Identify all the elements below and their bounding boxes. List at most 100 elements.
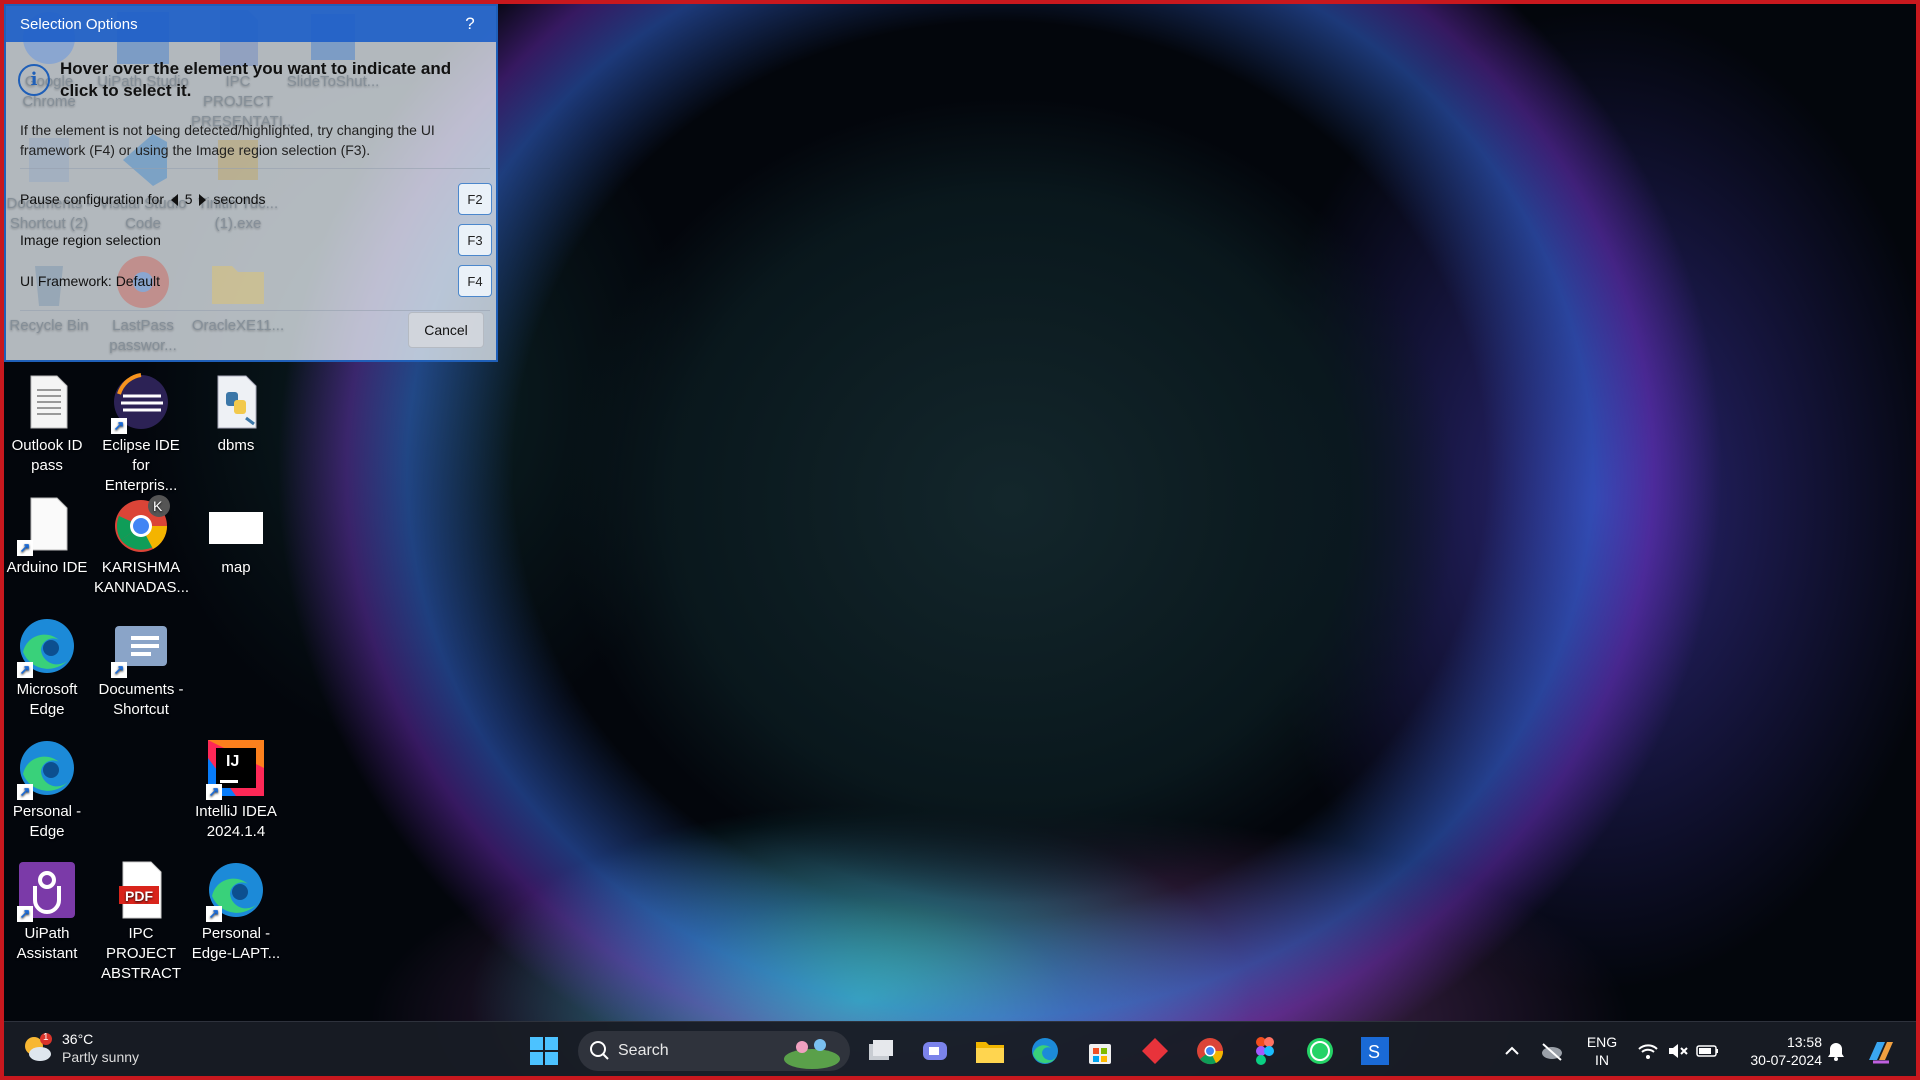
icon-label: Microsoft Edge: [16, 681, 78, 718]
whatsapp-button[interactable]: [1302, 1033, 1338, 1069]
task-view-icon: [869, 1040, 893, 1060]
icon-label: KARISHMA KANNADAS...: [94, 559, 190, 596]
decrement-icon[interactable]: [170, 194, 178, 207]
clock[interactable]: 13:58 30-07-2024: [1732, 1033, 1822, 1069]
desktop-icon-outlook-id-pass[interactable]: Outlook ID pass: [0, 372, 94, 476]
desktop-icon-eclipse[interactable]: ↗ Eclipse IDE for Enterpris...: [94, 372, 188, 496]
chrome-taskbar-button[interactable]: [1192, 1033, 1228, 1069]
copilot-icon: [1869, 1042, 1893, 1064]
meet-button[interactable]: [917, 1033, 953, 1069]
f4-key-button[interactable]: F4: [458, 265, 492, 297]
pause-configuration-row: Pause configuration for 5 seconds F2: [20, 182, 492, 216]
desktop-icon-documents-shortcut[interactable]: ↗ Documents - Shortcut: [94, 616, 188, 720]
documents-folder-icon: ↗: [111, 616, 171, 678]
language-indicator[interactable]: ENG IN: [1582, 1033, 1622, 1069]
uipath-studio-icon: S: [1361, 1037, 1389, 1065]
instruction-text: Hover over the element you want to indic…: [60, 59, 452, 100]
clock-time: 13:58: [1786, 1034, 1822, 1050]
shortcut-arrow-icon: ↗: [17, 906, 33, 922]
desktop-icon-intellij[interactable]: IJ ↗ IntelliJ IDEA 2024.1.4: [189, 738, 283, 842]
chrome-profile-icon: K: [111, 494, 171, 554]
shortcut-arrow-icon: ↗: [17, 540, 33, 556]
desktop-icon-map[interactable]: map: [189, 494, 283, 578]
icon-label: Recycle Bin: [9, 317, 89, 334]
pause-control: Pause configuration for 5 seconds: [20, 191, 266, 207]
shortcut-arrow-icon: ↗: [111, 418, 127, 434]
app-diamond-button[interactable]: [1137, 1033, 1173, 1069]
cancel-button[interactable]: Cancel: [408, 312, 484, 348]
battery-button[interactable]: [1690, 1033, 1726, 1069]
icon-label: LastPass passwor...: [109, 317, 177, 354]
icon-label: Personal - Edge: [12, 803, 82, 840]
desktop-icon-microsoft-edge[interactable]: ↗ Microsoft Edge: [0, 616, 94, 720]
intellij-icon: IJ ↗: [206, 738, 266, 800]
icon-label: Eclipse IDE for Enterpris...: [102, 437, 180, 494]
desktop-icon-personal-edge-lapt[interactable]: ↗ Personal - Edge-LAPT...: [189, 860, 283, 964]
onedrive-button[interactable]: [1534, 1033, 1570, 1069]
dialog-title: Selection Options: [20, 15, 138, 33]
icon-label: Documents - Shortcut: [98, 681, 184, 718]
uipath-studio-taskbar-button[interactable]: S: [1357, 1033, 1393, 1069]
edge-icon: [1032, 1038, 1058, 1064]
image-region-row: Image region selection F3: [20, 223, 492, 257]
copilot-button[interactable]: [1862, 1033, 1898, 1069]
icon-label: Arduino IDE: [6, 559, 88, 576]
increment-icon[interactable]: [199, 194, 207, 207]
figma-button[interactable]: [1247, 1033, 1283, 1069]
task-view-button[interactable]: [862, 1033, 898, 1069]
edge-icon: ↗: [17, 616, 77, 678]
image-file-icon: [206, 494, 266, 554]
battery-icon: [1696, 1045, 1718, 1057]
meet-icon: [923, 1042, 947, 1060]
taskbar-search[interactable]: Search: [578, 1031, 850, 1071]
edge-taskbar-button[interactable]: [1027, 1033, 1063, 1069]
file-explorer-button[interactable]: [972, 1033, 1008, 1069]
f2-key-button[interactable]: F2: [458, 183, 492, 215]
shortcut-arrow-icon: ↗: [206, 906, 222, 922]
framework-value[interactable]: Default: [116, 273, 160, 289]
chevron-up-icon: [1505, 1046, 1519, 1055]
weather-temp: 36°C: [62, 1031, 94, 1047]
store-button[interactable]: [1082, 1033, 1118, 1069]
weather-widget[interactable]: 1 36°C Partly sunny: [22, 1030, 139, 1066]
notifications-button[interactable]: [1818, 1033, 1854, 1069]
text-file-icon: [17, 372, 77, 432]
f3-key-button[interactable]: F3: [458, 224, 492, 256]
desktop-icon-dbms[interactable]: dbms: [189, 372, 283, 456]
weather-desc: Partly sunny: [62, 1049, 140, 1065]
lang-bottom: IN: [1595, 1052, 1609, 1068]
start-button[interactable]: [526, 1033, 562, 1069]
app-diamond-icon: [1142, 1038, 1168, 1064]
wifi-icon: [1638, 1044, 1658, 1059]
shortcut-arrow-icon: ↗: [111, 662, 127, 678]
desktop-icon-personal-edge[interactable]: ↗ Personal - Edge: [0, 738, 94, 842]
pause-label: Pause configuration for: [20, 191, 164, 207]
desktop-icon-uipath-assistant[interactable]: ↗ UiPath Assistant: [0, 860, 94, 964]
search-highlight-icon: [784, 1039, 840, 1069]
profile-badge: K: [153, 498, 163, 514]
edge-icon: ↗: [17, 738, 77, 800]
help-button[interactable]: ?: [458, 14, 482, 34]
figma-icon: [1256, 1037, 1274, 1065]
cloud-offline-icon: [1542, 1043, 1562, 1061]
shortcut-arrow-icon: ↗: [206, 784, 222, 800]
whatsapp-icon: [1307, 1038, 1333, 1064]
icon-label: IPC PROJECT ABSTRACT: [100, 925, 181, 982]
desktop-icon-arduino[interactable]: ↗ Arduino IDE: [0, 494, 94, 578]
icon-label: Personal - Edge-LAPT...: [191, 925, 281, 962]
image-region-label: Image region selection: [20, 232, 161, 248]
icon-label: IntelliJ IDEA 2024.1.4: [195, 803, 277, 840]
pdf-badge: PDF: [125, 888, 153, 904]
desktop-icon-karishma[interactable]: K KARISHMA KANNADAS...: [94, 494, 190, 598]
search-placeholder: Search: [618, 1042, 669, 1059]
blank-file-icon: ↗: [17, 494, 77, 556]
shortcut-arrow-icon: ↗: [17, 662, 33, 678]
info-icon: i: [18, 64, 50, 96]
uipath-assistant-icon: ↗: [17, 860, 77, 922]
pause-value[interactable]: 5: [185, 191, 193, 207]
intellij-badge: IJ: [226, 753, 240, 770]
icon-label: OracleXE11...: [191, 317, 285, 334]
icon-label: map: [221, 559, 251, 576]
desktop-icon-ipc-abstract[interactable]: PDF IPC PROJECT ABSTRACT: [94, 860, 188, 984]
show-hidden-icons-button[interactable]: [1494, 1033, 1530, 1069]
